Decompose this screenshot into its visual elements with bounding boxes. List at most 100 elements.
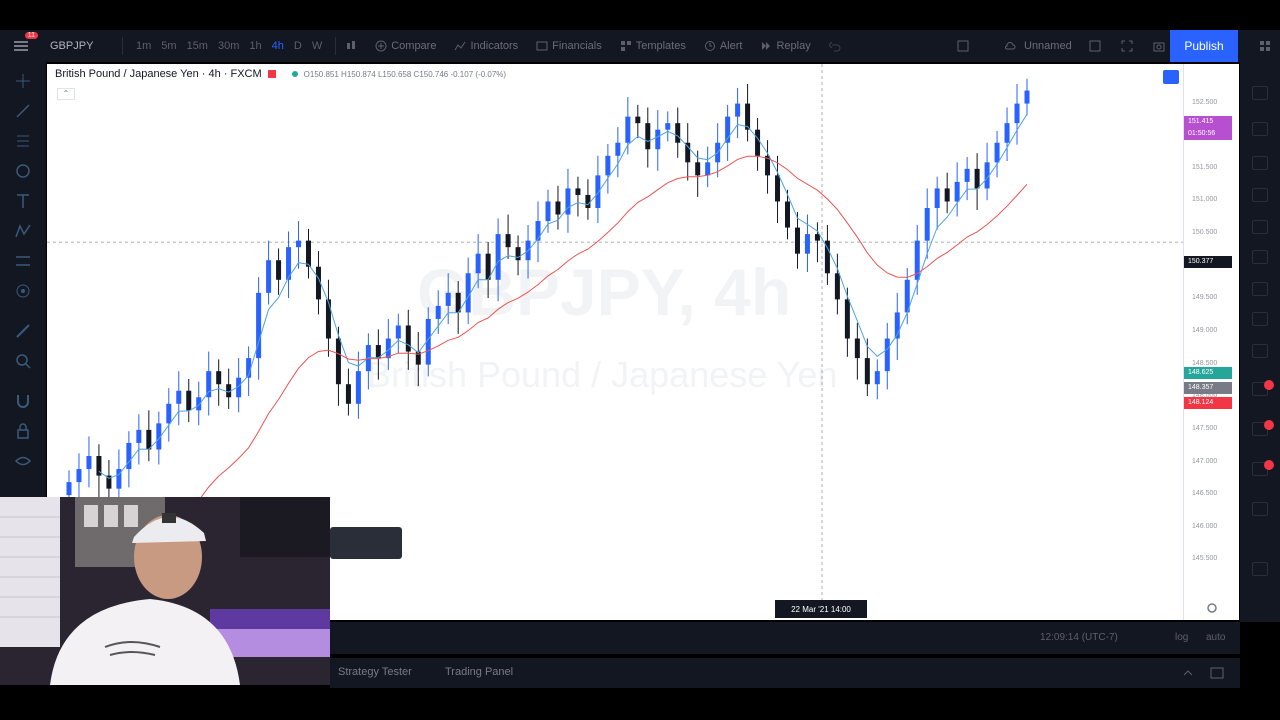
quick-search-button[interactable] (1080, 30, 1110, 62)
candle (824, 224, 830, 286)
candle-body (814, 234, 820, 241)
candle (455, 281, 461, 334)
auto-scale-toggle[interactable]: auto (1206, 632, 1225, 643)
ideas-icon[interactable] (1252, 250, 1268, 264)
undo-button[interactable] (820, 40, 850, 52)
timeframe-D[interactable]: D (289, 40, 307, 52)
flag-icon[interactable] (267, 70, 276, 78)
webcam-overlay (0, 497, 330, 685)
candle-body (176, 390, 182, 404)
candle (605, 144, 611, 194)
streams-icon[interactable] (1252, 282, 1268, 296)
candle (535, 201, 541, 263)
hamburger-icon (14, 41, 28, 51)
chat-icon[interactable] (1252, 344, 1268, 358)
trend-line-icon[interactable] (14, 102, 32, 120)
timeframe-5m[interactable]: 5m (156, 40, 181, 52)
alerts-icon[interactable] (1252, 122, 1268, 136)
chart-settings-icon[interactable] (1163, 70, 1179, 84)
price-label: 147.500 (1192, 424, 1218, 432)
candle (755, 117, 761, 171)
layout-button[interactable] (948, 30, 978, 62)
icons-icon[interactable] (14, 282, 32, 300)
candle-body (934, 188, 940, 208)
help-icon[interactable] (1252, 562, 1268, 576)
candle-body (585, 194, 591, 208)
timezone-clock[interactable]: 12:09:14 (UTC-7) (1040, 632, 1118, 643)
data-window-icon[interactable] (1252, 156, 1268, 170)
collapse-icon[interactable] (1182, 668, 1194, 678)
symbol-search[interactable]: GBPJPY (42, 30, 122, 62)
zoom-icon[interactable] (14, 352, 32, 370)
ruler-icon[interactable] (14, 322, 32, 340)
calendar-icon[interactable] (1252, 220, 1268, 234)
compare-button[interactable]: Compare (366, 40, 445, 52)
candle-body (944, 188, 950, 202)
tradingview-app: 11 GBPJPY 1m 5m 15m 30m 1h 4h D W Compare Indic… (0, 0, 1280, 720)
chart-zoom-control[interactable] (330, 527, 402, 559)
publish-button[interactable]: Publish (1170, 30, 1238, 62)
timeframe-group: 1m 5m 15m 30m 1h 4h D W (123, 30, 335, 62)
candle-body (785, 201, 790, 228)
timeframe-15m[interactable]: 15m (182, 40, 213, 52)
legend-collapse-button[interactable]: ⌃ (57, 88, 75, 100)
eye-icon[interactable] (14, 452, 32, 470)
candle (176, 371, 182, 426)
bar-style-button[interactable] (336, 40, 366, 52)
timeframe-1m[interactable]: 1m (131, 40, 156, 52)
candle (844, 287, 850, 357)
candle (415, 332, 421, 387)
candle-body (874, 371, 880, 385)
alert-button[interactable]: Alert (695, 40, 752, 52)
candle (515, 235, 521, 276)
candle (325, 279, 331, 357)
prediction-icon[interactable] (14, 252, 32, 270)
lock-icon[interactable] (14, 422, 32, 440)
candle-body (475, 253, 481, 274)
hotlist-icon[interactable] (1252, 188, 1268, 202)
crosshair-icon[interactable] (14, 72, 32, 90)
crosshair-price: 150.377 (1188, 258, 1214, 265)
candle-body (755, 129, 761, 156)
financials-button[interactable]: Financials (527, 40, 611, 52)
candle (864, 338, 870, 396)
replay-button[interactable]: Replay (751, 40, 819, 52)
private-chats-icon[interactable] (1252, 502, 1268, 516)
magnet-icon[interactable] (14, 392, 32, 410)
timeframe-W[interactable]: W (307, 40, 327, 52)
fullscreen-button[interactable] (1112, 30, 1142, 62)
ema-fast-line (98, 113, 1028, 479)
templates-button[interactable]: Templates (611, 40, 695, 52)
messages-dot (1264, 420, 1274, 430)
timeframe-30m[interactable]: 30m (213, 40, 244, 52)
indicators-button[interactable]: Indicators (445, 40, 527, 52)
timeframe-1h[interactable]: 1h (244, 40, 266, 52)
search-icon (1089, 40, 1101, 52)
layout-name[interactable]: Unnamed (1004, 30, 1072, 62)
candle (964, 157, 970, 201)
text-icon[interactable] (14, 192, 32, 210)
price-axis[interactable]: 152.500152.000151.500151.000150.500150.0… (1183, 64, 1239, 620)
menu-button[interactable]: 11 (0, 30, 42, 62)
candle-body (545, 201, 551, 222)
candle (445, 273, 451, 325)
market-status-icon (291, 71, 298, 77)
candle (575, 176, 581, 217)
timeframe-4h[interactable]: 4h (267, 40, 289, 52)
tab-strategy-tester[interactable]: Strategy Tester (338, 666, 412, 678)
tab-trading-panel[interactable]: Trading Panel (445, 666, 513, 678)
price-label: 148.500 (1192, 359, 1218, 367)
fib-icon[interactable] (14, 132, 32, 150)
shapes-icon[interactable] (14, 162, 32, 180)
candle (984, 142, 990, 201)
candle (116, 449, 122, 504)
account-menu-button[interactable] (1250, 30, 1280, 62)
axis-settings-icon[interactable] (1206, 602, 1218, 614)
candle-body (495, 234, 501, 280)
maximize-icon[interactable] (1210, 667, 1224, 679)
watchlist-icon[interactable] (1252, 86, 1268, 100)
pattern-icon[interactable] (14, 222, 32, 240)
candle (645, 107, 651, 168)
scripts-icon[interactable] (1252, 312, 1268, 326)
log-scale-toggle[interactable]: log (1175, 632, 1188, 643)
